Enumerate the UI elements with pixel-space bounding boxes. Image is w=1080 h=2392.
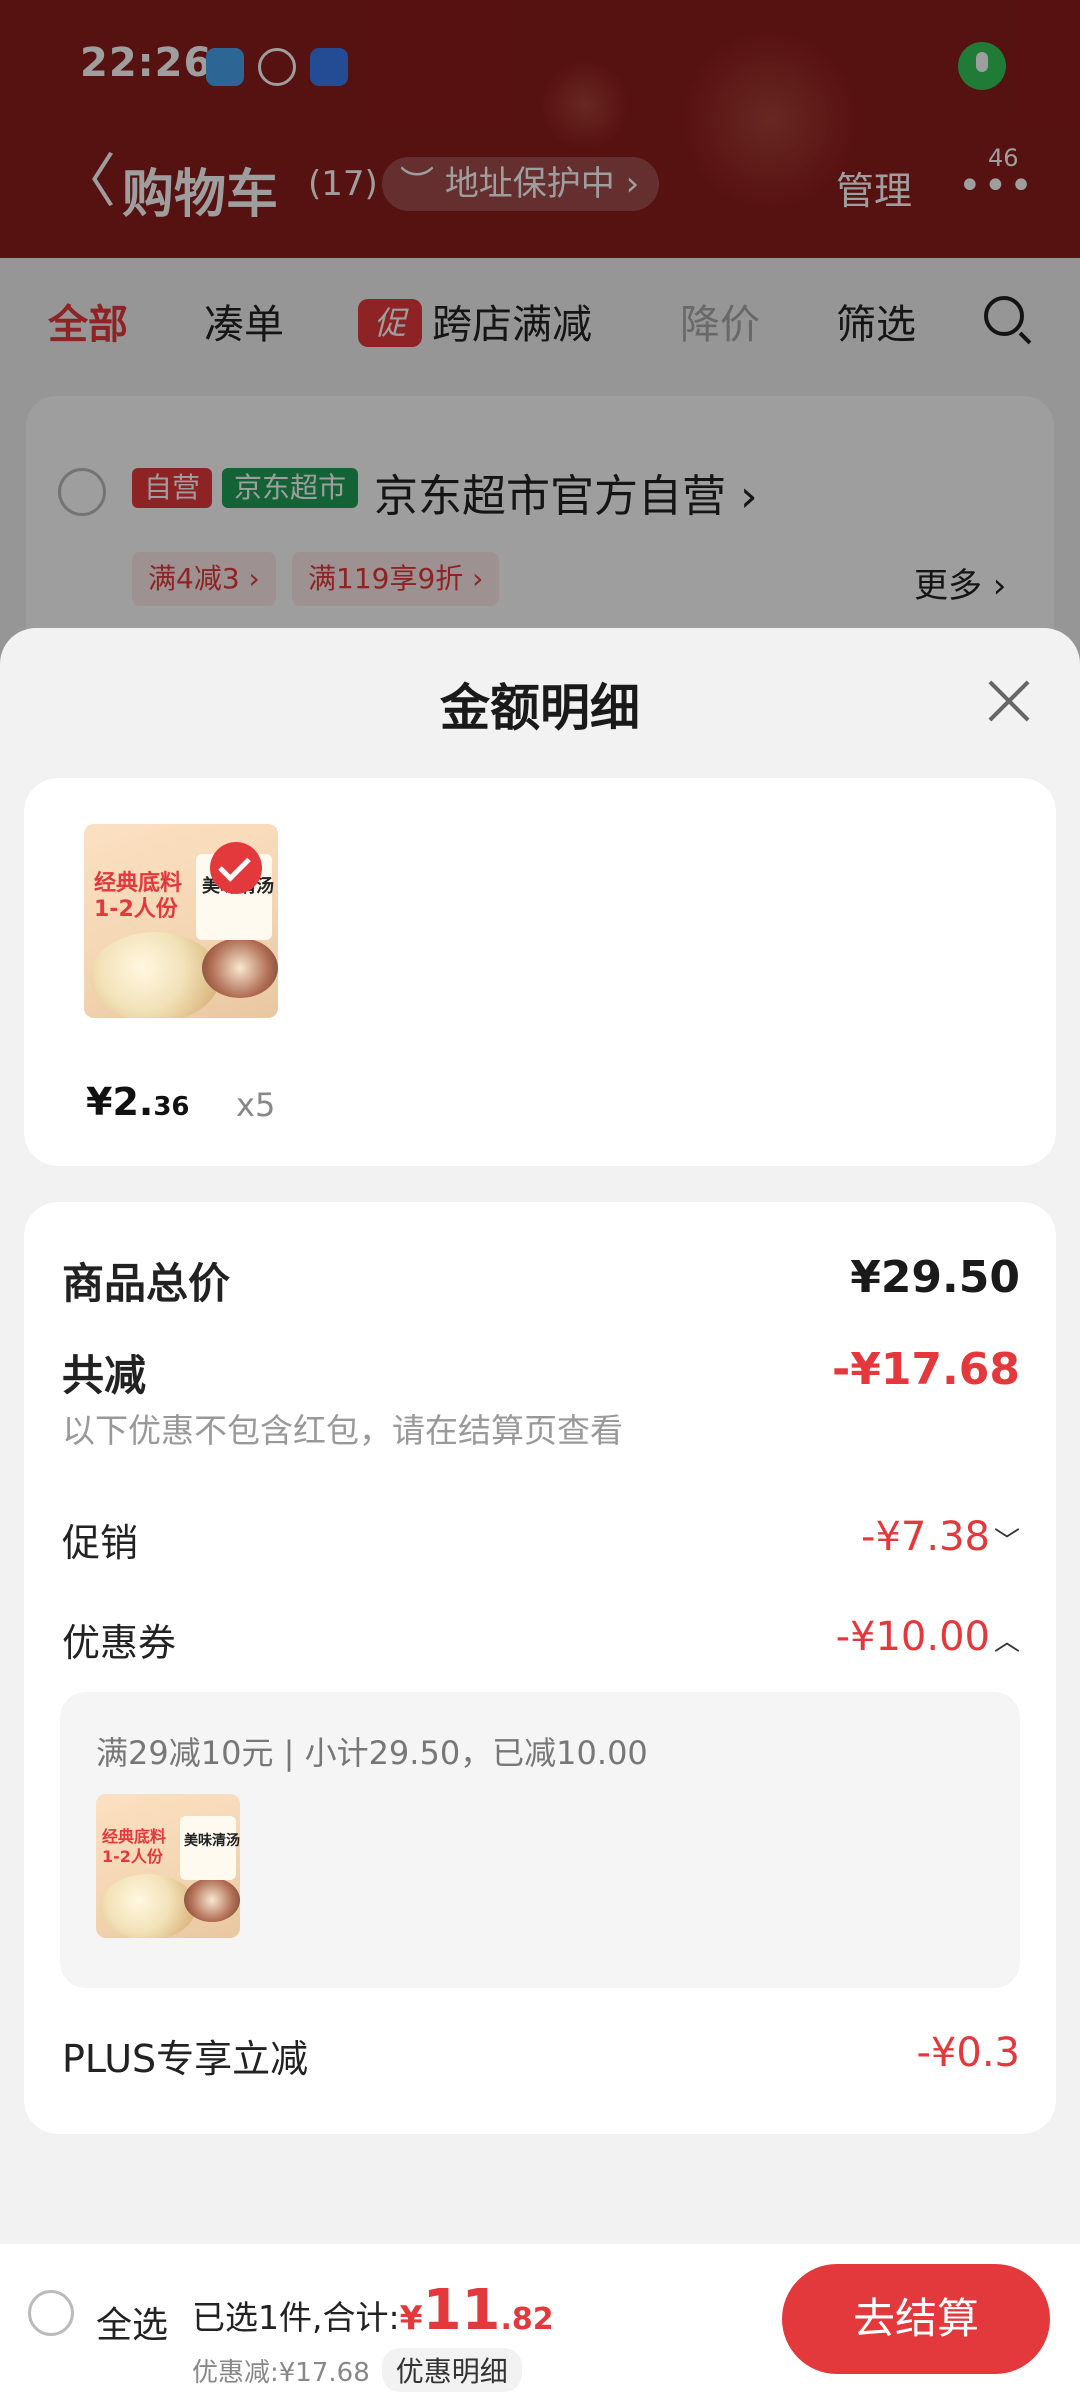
promo-value: -¥7.38 [861, 1514, 990, 1560]
total-reduce-label: 共减 [62, 1351, 147, 1400]
checkout-button[interactable]: 去结算 [782, 2264, 1050, 2374]
discount-summary: 优惠减:¥17.68 优惠明细 [192, 2348, 522, 2392]
image-bag-text: 美味清汤 [184, 1833, 240, 1849]
image-red-text: 经典底料 [94, 871, 183, 896]
image-red-text-2: 1-2人份 [94, 897, 178, 922]
product-price-dec: 36 [153, 1092, 190, 1122]
chevron-down-icon: ﹀ [993, 1527, 1020, 1557]
plus-value: -¥0.3 [916, 2030, 1021, 2076]
total-price-label: 商品总价 [62, 1259, 231, 1308]
close-icon[interactable] [980, 674, 1034, 728]
reduce-note: 以下优惠不包含红包，请在结算页查看 [62, 1411, 623, 1450]
coupon-row[interactable]: -¥10.00 ︿ [836, 1614, 1020, 1660]
select-all-radio[interactable] [28, 2290, 74, 2336]
coupon-value: -¥10.00 [835, 1614, 990, 1660]
discount-detail-button[interactable]: 优惠明细 [381, 2348, 522, 2392]
checked-icon [210, 842, 262, 894]
sheet-title: 金额明细 [440, 679, 640, 737]
amount-detail-sheet: 金额明细 美味清汤 经典底料 1-2人份 ¥2.36 x5 商品总价 ¥29.5… [0, 628, 1080, 2392]
promo-label: 促销 [62, 1521, 139, 1565]
product-quantity: x5 [236, 1086, 276, 1124]
image-red-text: 经典底料 [102, 1827, 167, 1846]
plus-label: PLUS专享立减 [62, 2037, 309, 2081]
product-image[interactable]: 美味清汤 经典底料 1-2人份 [84, 824, 278, 1018]
product-price-int: ¥2. [86, 1080, 154, 1124]
coupon-product-image: 美味清汤 经典底料 1-2人份 [96, 1794, 240, 1938]
image-red-text-2: 1-2人份 [102, 1847, 163, 1866]
coupon-detail-text: 满29减10元 | 小计29.50，已减10.00 [96, 1734, 648, 1772]
summary-prefix: 已选1件,合计: [192, 2298, 400, 2337]
discount-text: 优惠减:¥17.68 [192, 2358, 370, 2388]
total-symbol: ¥ [399, 2298, 423, 2337]
coupon-label: 优惠券 [62, 1621, 177, 1665]
chevron-up-icon: ︿ [993, 1627, 1020, 1657]
total-dec: .82 [500, 2302, 554, 2337]
checkout-bar: 全选 已选1件,合计:¥11.82 优惠减:¥17.68 优惠明细 去结算 [0, 2244, 1080, 2392]
coupon-detail-box: 满29减10元 | 小计29.50，已减10.00 美味清汤 经典底料 1-2人… [60, 1692, 1020, 1988]
total-amount: ¥11.82 [399, 2278, 554, 2343]
product-card: 美味清汤 经典底料 1-2人份 ¥2.36 x5 [24, 778, 1056, 1166]
total-int: 11 [422, 2278, 501, 2343]
select-all-label[interactable]: 全选 [96, 2296, 168, 2348]
total-price-value: ¥29.50 [850, 1252, 1020, 1303]
amount-detail-card: 商品总价 ¥29.50 共减 -¥17.68 以下优惠不包含红包，请在结算页查看… [24, 1202, 1056, 2134]
product-price: ¥2.36 [86, 1080, 190, 1124]
total-reduce-value: -¥17.68 [831, 1344, 1020, 1395]
selection-summary: 已选1件,合计:¥11.82 [192, 2278, 554, 2343]
promo-row[interactable]: -¥7.38 ﹀ [861, 1514, 1020, 1560]
